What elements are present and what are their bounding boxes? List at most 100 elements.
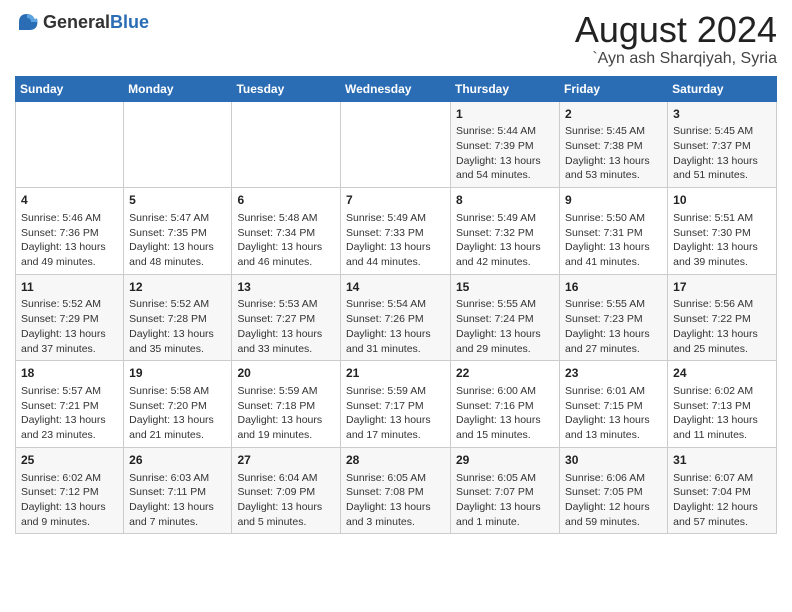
- day-number: 17: [673, 279, 771, 296]
- page-header: GeneralBlue August 2024 `Ayn ash Sharqiy…: [15, 10, 777, 68]
- logo-blue: Blue: [110, 12, 149, 32]
- day-number: 16: [565, 279, 662, 296]
- calendar-cell: [124, 101, 232, 188]
- weekday-header-tuesday: Tuesday: [232, 76, 341, 101]
- calendar-cell: 8 Sunrise: 5:49 AMSunset: 7:32 PMDaylight…: [451, 188, 560, 275]
- day-info: Sunrise: 5:52 AMSunset: 7:28 PMDaylight:…: [129, 297, 226, 356]
- day-info: Sunrise: 5:54 AMSunset: 7:26 PMDaylight:…: [346, 297, 445, 356]
- day-number: 21: [346, 365, 445, 382]
- day-number: 9: [565, 192, 662, 209]
- day-info: Sunrise: 5:47 AMSunset: 7:35 PMDaylight:…: [129, 211, 226, 270]
- calendar-cell: 22Sunrise: 6:00 AMSunset: 7:16 PMDayligh…: [451, 361, 560, 448]
- calendar-cell: 9 Sunrise: 5:50 AMSunset: 7:31 PMDaylight…: [560, 188, 668, 275]
- day-number: 25: [21, 452, 118, 469]
- calendar-cell: 19 Sunrise: 5:58 AMSunset: 7:20 PMDayligh…: [124, 361, 232, 448]
- day-number: 15: [456, 279, 554, 296]
- day-info: Sunrise: 5:45 AMSunset: 7:38 PMDaylight:…: [565, 124, 662, 183]
- week-row-3: 11Sunrise: 5:52 AMSunset: 7:29 PMDayligh…: [16, 274, 777, 361]
- calendar-subtitle: `Ayn ash Sharqiyah, Syria: [575, 50, 777, 68]
- day-number: 8: [456, 192, 554, 209]
- day-info: Sunrise: 5:53 AMSunset: 7:27 PMDaylight:…: [237, 297, 335, 356]
- day-info: Sunrise: 5:55 AMSunset: 7:24 PMDaylight:…: [456, 297, 554, 356]
- calendar-cell: 10 Sunrise: 5:51 AMSunset: 7:30 PMDayligh…: [668, 188, 777, 275]
- day-info: Sunrise: 6:03 AMSunset: 7:11 PMDaylight:…: [129, 471, 226, 530]
- day-number: 10: [673, 192, 771, 209]
- day-number: 19: [129, 365, 226, 382]
- day-info: Sunrise: 5:52 AMSunset: 7:29 PMDaylight:…: [21, 297, 118, 356]
- day-info: Sunrise: 5:44 AMSunset: 7:39 PMDaylight:…: [456, 124, 554, 183]
- day-number: 29: [456, 452, 554, 469]
- day-info: Sunrise: 6:06 AMSunset: 7:05 PMDaylight:…: [565, 471, 662, 530]
- calendar-cell: 5 Sunrise: 5:47 AMSunset: 7:35 PMDaylight…: [124, 188, 232, 275]
- calendar-cell: 13Sunrise: 5:53 AMSunset: 7:27 PMDayligh…: [232, 274, 341, 361]
- calendar-cell: 16Sunrise: 5:55 AMSunset: 7:23 PMDayligh…: [560, 274, 668, 361]
- day-info: Sunrise: 6:04 AMSunset: 7:09 PMDaylight:…: [237, 471, 335, 530]
- day-number: 11: [21, 279, 118, 296]
- day-info: Sunrise: 6:05 AMSunset: 7:07 PMDaylight:…: [456, 471, 554, 530]
- title-block: August 2024 `Ayn ash Sharqiyah, Syria: [575, 10, 777, 68]
- calendar-cell: 15Sunrise: 5:55 AMSunset: 7:24 PMDayligh…: [451, 274, 560, 361]
- weekday-header-saturday: Saturday: [668, 76, 777, 101]
- day-info: Sunrise: 5:59 AMSunset: 7:17 PMDaylight:…: [346, 384, 445, 443]
- calendar-cell: 4 Sunrise: 5:46 AMSunset: 7:36 PMDaylight…: [16, 188, 124, 275]
- day-info: Sunrise: 5:49 AMSunset: 7:33 PMDaylight:…: [346, 211, 445, 270]
- day-number: 5: [129, 192, 226, 209]
- day-info: Sunrise: 6:02 AMSunset: 7:12 PMDaylight:…: [21, 471, 118, 530]
- day-number: 7: [346, 192, 445, 209]
- weekday-header-thursday: Thursday: [451, 76, 560, 101]
- calendar-cell: 17Sunrise: 5:56 AMSunset: 7:22 PMDayligh…: [668, 274, 777, 361]
- day-info: Sunrise: 6:01 AMSunset: 7:15 PMDaylight:…: [565, 384, 662, 443]
- day-info: Sunrise: 5:50 AMSunset: 7:31 PMDaylight:…: [565, 211, 662, 270]
- day-number: 23: [565, 365, 662, 382]
- day-info: Sunrise: 6:07 AMSunset: 7:04 PMDaylight:…: [673, 471, 771, 530]
- logo-text: GeneralBlue: [43, 12, 149, 33]
- weekday-header-wednesday: Wednesday: [341, 76, 451, 101]
- calendar-table: SundayMondayTuesdayWednesdayThursdayFrid…: [15, 76, 777, 535]
- calendar-cell: 31Sunrise: 6:07 AMSunset: 7:04 PMDayligh…: [668, 447, 777, 534]
- day-number: 28: [346, 452, 445, 469]
- day-info: Sunrise: 5:46 AMSunset: 7:36 PMDaylight:…: [21, 211, 118, 270]
- day-info: Sunrise: 5:58 AMSunset: 7:20 PMDaylight:…: [129, 384, 226, 443]
- calendar-cell: 25 Sunrise: 6:02 AMSunset: 7:12 PMDayligh…: [16, 447, 124, 534]
- day-info: Sunrise: 5:56 AMSunset: 7:22 PMDaylight:…: [673, 297, 771, 356]
- day-info: Sunrise: 5:45 AMSunset: 7:37 PMDaylight:…: [673, 124, 771, 183]
- weekday-header-friday: Friday: [560, 76, 668, 101]
- day-number: 6: [237, 192, 335, 209]
- calendar-cell: 24Sunrise: 6:02 AMSunset: 7:13 PMDayligh…: [668, 361, 777, 448]
- calendar-cell: 14Sunrise: 5:54 AMSunset: 7:26 PMDayligh…: [341, 274, 451, 361]
- calendar-cell: 20Sunrise: 5:59 AMSunset: 7:18 PMDayligh…: [232, 361, 341, 448]
- calendar-cell: 18Sunrise: 5:57 AMSunset: 7:21 PMDayligh…: [16, 361, 124, 448]
- logo-general: General: [43, 12, 110, 32]
- calendar-cell: 29 Sunrise: 6:05 AMSunset: 7:07 PMDayligh…: [451, 447, 560, 534]
- calendar-cell: 23 Sunrise: 6:01 AMSunset: 7:15 PMDayligh…: [560, 361, 668, 448]
- calendar-cell: [16, 101, 124, 188]
- day-number: 3: [673, 106, 771, 123]
- day-number: 1: [456, 106, 554, 123]
- weekday-header-monday: Monday: [124, 76, 232, 101]
- day-info: Sunrise: 6:02 AMSunset: 7:13 PMDaylight:…: [673, 384, 771, 443]
- calendar-cell: 7 Sunrise: 5:49 AMSunset: 7:33 PMDaylight…: [341, 188, 451, 275]
- day-number: 18: [21, 365, 118, 382]
- day-number: 4: [21, 192, 118, 209]
- week-row-2: 4 Sunrise: 5:46 AMSunset: 7:36 PMDaylight…: [16, 188, 777, 275]
- calendar-cell: 3Sunrise: 5:45 AMSunset: 7:37 PMDaylight…: [668, 101, 777, 188]
- calendar-cell: 1Sunrise: 5:44 AMSunset: 7:39 PMDaylight…: [451, 101, 560, 188]
- day-number: 30: [565, 452, 662, 469]
- week-row-4: 18Sunrise: 5:57 AMSunset: 7:21 PMDayligh…: [16, 361, 777, 448]
- day-number: 14: [346, 279, 445, 296]
- calendar-cell: 28Sunrise: 6:05 AMSunset: 7:08 PMDayligh…: [341, 447, 451, 534]
- week-row-5: 25 Sunrise: 6:02 AMSunset: 7:12 PMDayligh…: [16, 447, 777, 534]
- day-info: Sunrise: 5:51 AMSunset: 7:30 PMDaylight:…: [673, 211, 771, 270]
- logo: GeneralBlue: [15, 10, 149, 34]
- calendar-cell: [232, 101, 341, 188]
- day-number: 22: [456, 365, 554, 382]
- day-number: 2: [565, 106, 662, 123]
- calendar-cell: 11Sunrise: 5:52 AMSunset: 7:29 PMDayligh…: [16, 274, 124, 361]
- calendar-cell: 21 Sunrise: 5:59 AMSunset: 7:17 PMDayligh…: [341, 361, 451, 448]
- calendar-cell: 6Sunrise: 5:48 AMSunset: 7:34 PMDaylight…: [232, 188, 341, 275]
- day-info: Sunrise: 5:49 AMSunset: 7:32 PMDaylight:…: [456, 211, 554, 270]
- weekday-header-sunday: Sunday: [16, 76, 124, 101]
- calendar-cell: 12Sunrise: 5:52 AMSunset: 7:28 PMDayligh…: [124, 274, 232, 361]
- day-info: Sunrise: 5:59 AMSunset: 7:18 PMDaylight:…: [237, 384, 335, 443]
- day-number: 12: [129, 279, 226, 296]
